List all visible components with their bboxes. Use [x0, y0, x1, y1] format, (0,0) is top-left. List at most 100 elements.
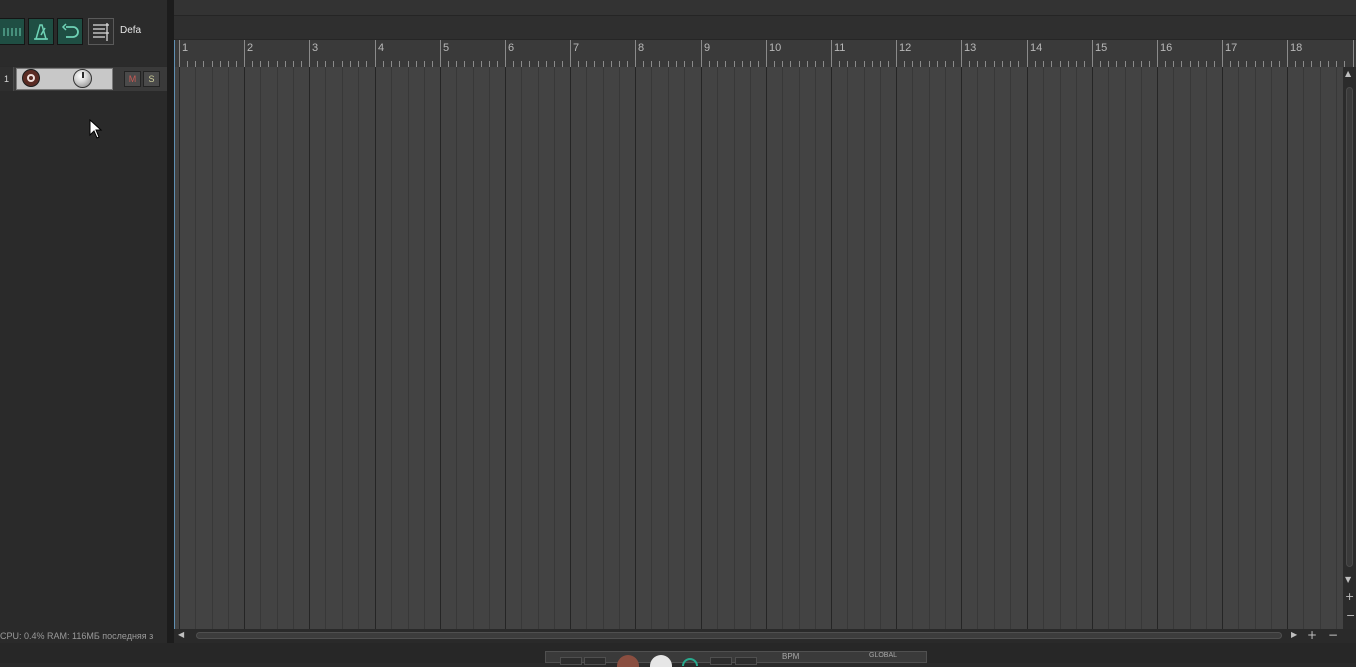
- beat-gridline: [668, 67, 669, 629]
- bar-gridline: [766, 67, 767, 629]
- scroll-up-icon[interactable]: ▲: [1345, 69, 1351, 78]
- master-knob[interactable]: [650, 655, 672, 667]
- beat-gridline: [1108, 67, 1109, 629]
- ruler-bar-tick: [961, 40, 962, 67]
- bar-gridline: [635, 67, 636, 629]
- beat-gridline: [847, 67, 848, 629]
- loop-icon[interactable]: [57, 18, 83, 45]
- bar-gridline: [1027, 67, 1028, 629]
- beat-gridline: [1125, 67, 1126, 629]
- beat-gridline: [651, 67, 652, 629]
- ruler-bar-label: 4: [378, 42, 385, 54]
- playhead[interactable]: [174, 40, 175, 629]
- ruler-bar-tick: [179, 40, 180, 67]
- mixer-layout-icon[interactable]: [88, 18, 114, 45]
- beat-gridline: [799, 67, 800, 629]
- solo-button[interactable]: S: [143, 71, 160, 87]
- beat-gridline: [1271, 67, 1272, 629]
- ruler-bar-label: 3: [312, 42, 319, 54]
- top-strip: [174, 0, 1356, 15]
- toolbar: Defa: [0, 0, 167, 66]
- beat-gridline: [945, 67, 946, 629]
- marker-lane[interactable]: [174, 15, 1356, 39]
- beat-gridline: [358, 67, 359, 629]
- zoom-in-horizontal-icon[interactable]: +: [1307, 628, 1317, 642]
- vertical-scrollbar[interactable]: ▲ ▼ + −: [1343, 67, 1356, 629]
- beat-gridline: [1043, 67, 1044, 629]
- beat-gridline: [260, 67, 261, 629]
- horizontal-scrollbar[interactable]: ◀ ▶ + −: [174, 628, 1356, 643]
- status-line: CPU: 0.4% RAM: 116МБ последняя з: [0, 631, 154, 641]
- bar-gridline: [701, 67, 702, 629]
- ruler-bar-label: 9: [704, 42, 711, 54]
- beat-gridline: [489, 67, 490, 629]
- transport-button[interactable]: [710, 657, 732, 665]
- transport-button[interactable]: [584, 657, 606, 665]
- bar-gridline: [831, 67, 832, 629]
- ruler-bar-tick: [1157, 40, 1158, 67]
- mute-button[interactable]: M: [124, 71, 141, 87]
- mouse-cursor-icon: [89, 119, 103, 139]
- bar-gridline: [179, 67, 180, 629]
- beat-gridline: [1076, 67, 1077, 629]
- beat-gridline: [619, 67, 620, 629]
- beat-gridline: [538, 67, 539, 629]
- beat-gridline: [1238, 67, 1239, 629]
- bar-gridline: [1222, 67, 1223, 629]
- sync-icon[interactable]: [682, 658, 698, 666]
- bar-gridline: [375, 67, 376, 629]
- beat-gridline: [1173, 67, 1174, 629]
- ruler-bar-tick: [1027, 40, 1028, 67]
- layout-label[interactable]: Defa: [120, 25, 141, 36]
- ruler-bar-tick: [1222, 40, 1223, 67]
- ruler-bar-tick: [635, 40, 636, 67]
- beat-gridline: [521, 67, 522, 629]
- beat-gridline: [815, 67, 816, 629]
- beat-gridline: [1141, 67, 1142, 629]
- bar-gridline: [1157, 67, 1158, 629]
- scroll-down-icon[interactable]: ▼: [1345, 575, 1351, 584]
- beat-gridline: [293, 67, 294, 629]
- ruler-bar-label: 8: [638, 42, 645, 54]
- global-label[interactable]: GLOBAL: [869, 652, 897, 659]
- beat-gridline: [684, 67, 685, 629]
- beat-gridline: [1190, 67, 1191, 629]
- beat-gridline: [734, 67, 735, 629]
- beat-gridline: [195, 67, 196, 629]
- ruler-bar-tick: [1287, 40, 1288, 67]
- ruler-bar-tick: [375, 40, 376, 67]
- ruler-bar-label: 5: [443, 42, 450, 54]
- zoom-out-horizontal-icon[interactable]: −: [1328, 628, 1338, 642]
- beat-gridline: [325, 67, 326, 629]
- scroll-right-icon[interactable]: ▶: [1291, 630, 1297, 639]
- ruler-bar-tick: [831, 40, 832, 67]
- bar-gridline: [1092, 67, 1093, 629]
- beat-gridline: [864, 67, 865, 629]
- bar-gridline: [1287, 67, 1288, 629]
- ruler-bar-label: 10: [769, 42, 782, 54]
- vertical-scroll-thumb[interactable]: [1346, 87, 1353, 567]
- horizontal-scroll-thumb[interactable]: [196, 632, 1282, 639]
- volume-knob[interactable]: [73, 69, 92, 88]
- metronome-icon[interactable]: [28, 18, 54, 45]
- zoom-out-vertical-icon[interactable]: −: [1346, 609, 1355, 622]
- timeline-ruler[interactable]: 1234567891011121314151617181: [174, 39, 1356, 67]
- beat-gridline: [717, 67, 718, 629]
- ruler-bar-label: 6: [508, 42, 515, 54]
- beat-gridline: [750, 67, 751, 629]
- ruler-bar-label: 11: [834, 42, 846, 54]
- arrange-view[interactable]: [174, 67, 1343, 629]
- grid-icon[interactable]: [0, 18, 25, 45]
- beat-gridline: [1060, 67, 1061, 629]
- ruler-bar-tick: [701, 40, 702, 67]
- panel-divider[interactable]: [167, 0, 174, 663]
- track-row[interactable]: 1 M S: [0, 67, 167, 91]
- transport-bar: BPM GLOBAL: [545, 651, 927, 667]
- record-button[interactable]: [617, 655, 639, 667]
- transport-button[interactable]: [560, 657, 582, 665]
- bar-gridline: [244, 67, 245, 629]
- zoom-in-vertical-icon[interactable]: +: [1345, 590, 1354, 603]
- transport-button[interactable]: [735, 657, 757, 665]
- record-arm-button[interactable]: [22, 69, 40, 87]
- scroll-left-icon[interactable]: ◀: [178, 630, 184, 639]
